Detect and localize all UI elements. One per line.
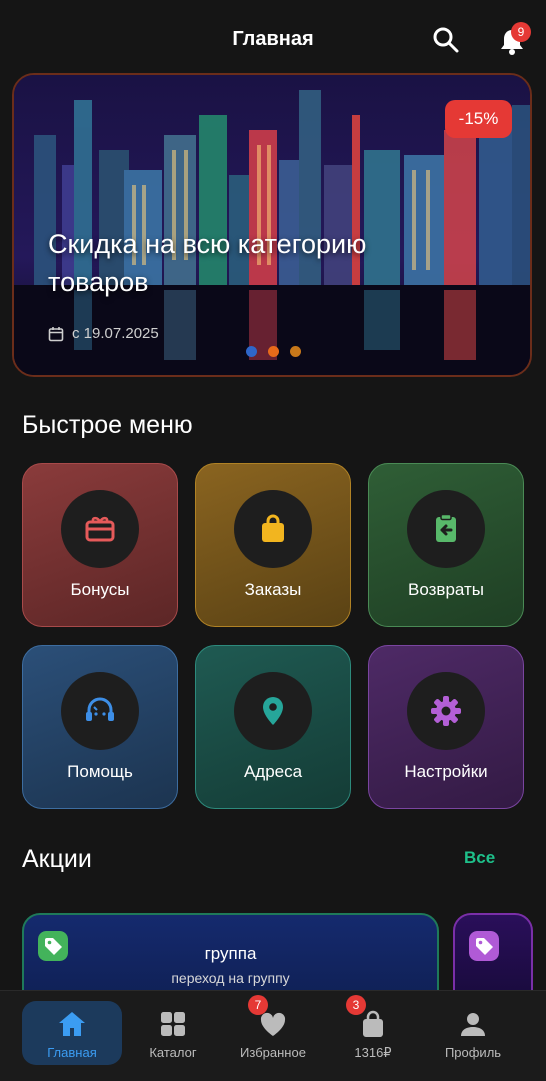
nav-profile[interactable]: Профиль bbox=[423, 1001, 523, 1065]
banner-date: с 19.07.2025 bbox=[48, 325, 159, 342]
nav-catalog[interactable]: Каталог bbox=[123, 1001, 223, 1065]
date-text: с 19.07.2025 bbox=[72, 325, 159, 342]
quick-menu-title: Быстрое меню bbox=[22, 411, 193, 439]
nav-label: Каталог bbox=[149, 1045, 197, 1060]
nav-label: 1316₽ bbox=[354, 1045, 392, 1060]
nav-cart[interactable]: 3 1316₽ bbox=[323, 995, 423, 1065]
promo-subtitle: переход на группу bbox=[171, 970, 290, 986]
bottom-navigation: Главная Каталог 7 Избранное 3 1316₽ Проф… bbox=[0, 990, 546, 1081]
location-pin-icon bbox=[263, 697, 283, 725]
promo-title: группа bbox=[204, 944, 257, 963]
calendar-icon bbox=[48, 326, 64, 341]
gear-icon bbox=[431, 696, 461, 726]
tile-label: Возвраты bbox=[408, 580, 484, 599]
carousel-dot[interactable] bbox=[268, 346, 279, 357]
tile-icon-circle bbox=[407, 672, 485, 750]
tile-icon-circle bbox=[61, 490, 139, 568]
nav-label: Главная bbox=[47, 1045, 97, 1060]
tile-label: Адреса bbox=[243, 762, 303, 781]
tile-label: Бонусы bbox=[70, 580, 130, 599]
promos-title: Акции bbox=[22, 845, 92, 873]
return-icon bbox=[436, 513, 456, 542]
see-all-link[interactable]: Все bbox=[464, 848, 495, 868]
tile-icon-circle bbox=[61, 672, 139, 750]
grid-icon bbox=[161, 1012, 185, 1036]
carousel-dot[interactable] bbox=[246, 346, 257, 357]
nav-favorites[interactable]: 7 Избранное bbox=[223, 995, 323, 1065]
tile-returns[interactable]: Возвраты bbox=[368, 463, 524, 627]
carousel-dots bbox=[246, 346, 301, 357]
cart-badge: 3 bbox=[346, 995, 366, 1015]
search-icon[interactable] bbox=[432, 26, 460, 54]
carousel-dot[interactable] bbox=[290, 346, 301, 357]
profile-icon bbox=[461, 1013, 485, 1036]
notification-badge: 9 bbox=[511, 22, 531, 42]
page-title: Главная bbox=[232, 28, 314, 50]
nav-label: Профиль bbox=[444, 1045, 502, 1060]
tile-help[interactable]: Помощь bbox=[22, 645, 178, 809]
nav-label: Избранное bbox=[240, 1045, 306, 1060]
tile-icon-circle bbox=[407, 490, 485, 568]
promo-banner[interactable]: -15% Скидка на всю категорию товаров с 1… bbox=[12, 73, 532, 377]
tile-bonuses[interactable]: Бонусы bbox=[22, 463, 178, 627]
home-icon bbox=[59, 1012, 85, 1036]
tag-icon bbox=[469, 931, 499, 961]
top-bar: Главная 9 bbox=[0, 0, 546, 80]
discount-badge: -15% bbox=[445, 100, 512, 138]
shopping-bag-icon bbox=[363, 1010, 383, 1037]
favorites-badge: 7 bbox=[248, 995, 268, 1015]
tile-orders[interactable]: Заказы bbox=[195, 463, 351, 627]
gift-card-icon bbox=[85, 516, 115, 542]
nav-home[interactable]: Главная bbox=[22, 1001, 122, 1065]
banner-headline: Скидка на всю категорию товаров bbox=[48, 229, 367, 297]
tile-label: Заказы bbox=[244, 580, 302, 599]
tile-addresses[interactable]: Адреса bbox=[195, 645, 351, 809]
tile-label: Настройки bbox=[404, 762, 488, 781]
shopping-bag-icon bbox=[262, 514, 284, 542]
tile-label: Помощь bbox=[67, 762, 133, 781]
tile-icon-circle bbox=[234, 672, 312, 750]
tile-icon-circle bbox=[234, 490, 312, 568]
headset-icon bbox=[86, 697, 114, 721]
tile-settings[interactable]: Настройки bbox=[368, 645, 524, 809]
